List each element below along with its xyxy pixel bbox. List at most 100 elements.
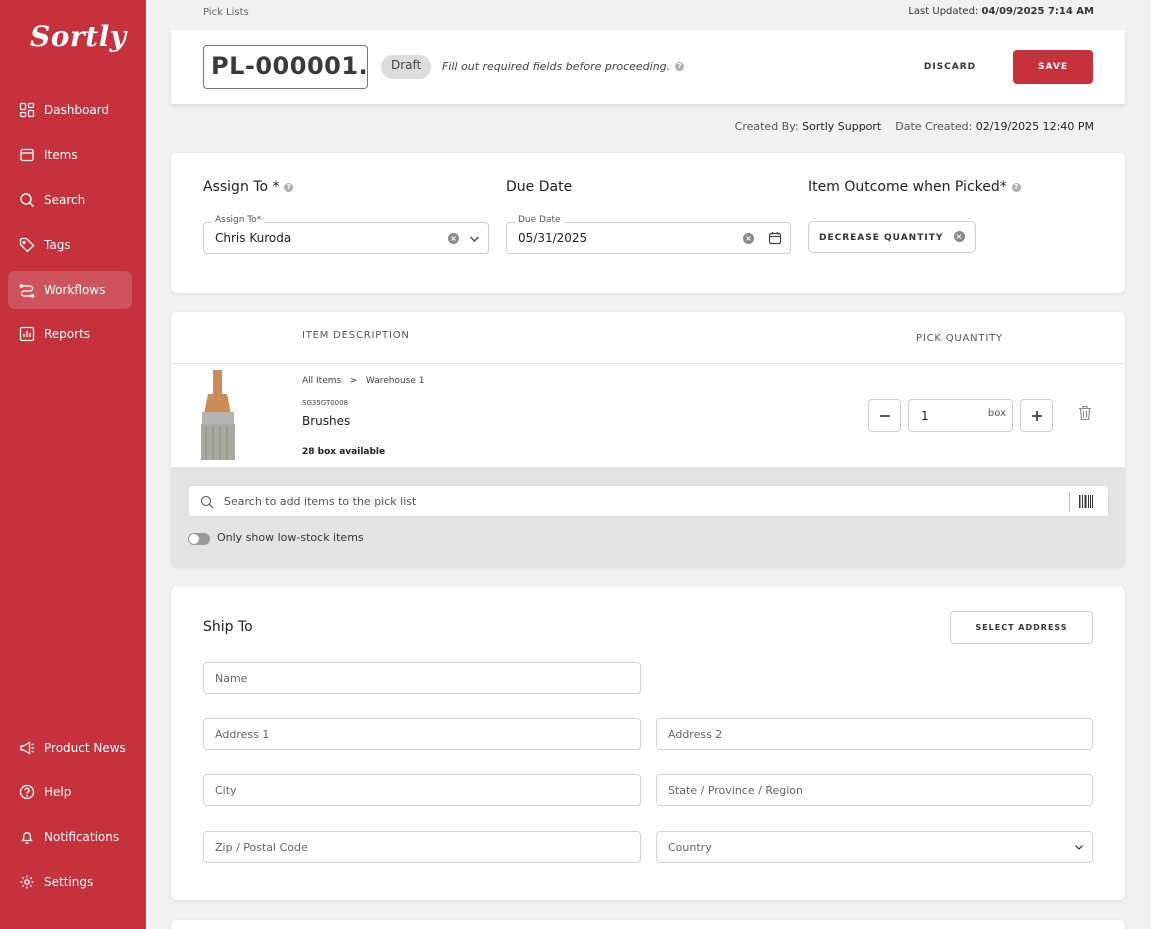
item-breadcrumb-root[interactable]: All Items — [302, 376, 341, 386]
clear-icon[interactable]: × — [448, 233, 459, 244]
divider — [1069, 492, 1070, 512]
bell-icon — [21, 832, 33, 845]
item-availability: 28 box available — [302, 447, 386, 457]
gear-icon — [20, 875, 34, 889]
created-meta: Created By: Sortly Support Date Created:… — [735, 120, 1094, 133]
date-created-label: Date Created: — [895, 120, 973, 133]
item-thumbnail[interactable] — [196, 370, 240, 462]
due-date-value: 05/31/2025 — [518, 231, 588, 245]
items-card: ITEM DESCRIPTION PICK QUANTITY All Items… — [171, 312, 1125, 567]
sidebar: Sortly Dashboard Items Search Tags Workf… — [0, 0, 146, 929]
search-placeholder: Search to add items to the pick list — [224, 495, 417, 508]
sidebar-item-label: Reports — [44, 327, 91, 341]
calendar-icon[interactable] — [768, 231, 782, 245]
sidebar-item-notifications[interactable]: Notifications — [8, 818, 132, 856]
tag-icon — [19, 237, 35, 253]
trash-icon[interactable] — [1078, 405, 1092, 421]
info-icon[interactable]: ? — [284, 182, 294, 192]
item-sku: SG35GT0008 — [302, 399, 349, 407]
assign-card: Assign To * ? Due Date Item Outcome when… — [171, 153, 1125, 293]
sidebar-item-label: Product News — [44, 741, 126, 755]
sidebar-item-tags[interactable]: Tags — [8, 226, 132, 264]
sidebar-item-label: Items — [44, 148, 78, 162]
item-outcome-heading: Item Outcome when Picked* — [808, 179, 1007, 195]
required-hint: Fill out required fields before proceedi… — [442, 60, 685, 73]
sidebar-item-reports[interactable]: Reports — [8, 315, 132, 353]
column-header-description: ITEM DESCRIPTION — [302, 330, 410, 341]
quantity-input[interactable]: 1 box — [908, 399, 1013, 432]
chevron-down-icon — [1075, 845, 1083, 850]
select-address-button[interactable]: SELECT ADDRESS — [950, 611, 1093, 644]
help-icon — [19, 784, 35, 800]
minus-icon — [879, 415, 890, 417]
assign-to-title: Assign To * ? — [203, 179, 294, 195]
sortly-logo[interactable]: Sortly — [30, 20, 127, 53]
address2-field[interactable]: Address 2 — [656, 718, 1093, 750]
city-placeholder: City — [215, 784, 237, 797]
sidebar-item-help[interactable]: Help — [8, 773, 132, 811]
city-field[interactable]: City — [203, 774, 641, 806]
state-field[interactable]: State / Province / Region — [656, 774, 1093, 806]
created-by-value: Sortly Support — [802, 120, 882, 133]
sidebar-item-label: Tags — [44, 238, 71, 252]
item-name[interactable]: Brushes — [302, 414, 350, 428]
address1-field[interactable]: Address 1 — [203, 718, 641, 750]
state-placeholder: State / Province / Region — [668, 784, 803, 797]
breadcrumb[interactable]: Pick Lists — [203, 7, 249, 18]
due-date-field[interactable]: Due Date 05/31/2025 × — [506, 215, 791, 254]
clear-icon[interactable]: × — [954, 231, 965, 242]
sidebar-item-workflows[interactable]: Workflows — [8, 271, 132, 309]
low-stock-toggle[interactable] — [188, 533, 210, 545]
search-icon — [200, 495, 214, 509]
country-placeholder: Country — [668, 841, 712, 854]
sidebar-item-search[interactable]: Search — [8, 181, 132, 219]
assign-to-heading: Assign To * — [203, 179, 280, 195]
info-icon[interactable]: ? — [1011, 182, 1021, 192]
due-date-title: Due Date — [506, 179, 572, 195]
assign-to-label: Assign To* — [212, 215, 265, 225]
info-icon[interactable]: ? — [675, 62, 685, 71]
pick-list-id-field[interactable]: PL-000001. — [203, 45, 368, 89]
megaphone-icon — [20, 741, 34, 755]
item-breadcrumb[interactable]: All Items > Warehouse 1 — [302, 376, 425, 386]
sidebar-item-label: Help — [44, 785, 72, 799]
sidebar-item-label: Notifications — [44, 830, 120, 844]
hint-text: Fill out required fields before proceedi… — [442, 60, 671, 73]
quantity-unit: box — [987, 408, 1006, 419]
clear-icon[interactable]: × — [743, 233, 754, 244]
sidebar-item-dashboard[interactable]: Dashboard — [8, 91, 132, 129]
sidebar-item-items[interactable]: Items — [8, 136, 132, 174]
sidebar-item-label: Settings — [44, 875, 94, 889]
due-date-heading: Due Date — [506, 179, 573, 195]
item-outcome-chip[interactable]: DECREASE QUANTITY × — [808, 221, 976, 253]
discard-button[interactable]: DISCARD — [919, 56, 981, 78]
workflows-icon — [19, 284, 35, 298]
barcode-icon[interactable] — [1079, 495, 1093, 508]
sidebar-item-product-news[interactable]: Product News — [8, 729, 132, 767]
divider — [171, 363, 1125, 364]
item-breadcrumb-folder[interactable]: Warehouse 1 — [366, 376, 425, 386]
country-select[interactable]: Country — [656, 831, 1093, 863]
ship-to-title: Ship To — [203, 619, 253, 635]
sidebar-item-settings[interactable]: Settings — [8, 863, 132, 901]
item-outcome-value: DECREASE QUANTITY — [819, 233, 944, 243]
increase-quantity-button[interactable] — [1020, 399, 1053, 432]
name-field[interactable]: Name — [203, 662, 641, 694]
last-updated: Last Updated: 04/09/2025 7:14 AM — [908, 6, 1094, 17]
add-items-area: Search to add items to the pick list Onl… — [171, 467, 1125, 567]
assign-to-select[interactable]: Assign To* Chris Kuroda × — [203, 215, 489, 254]
add-item-search-input[interactable]: Search to add items to the pick list — [188, 485, 1109, 517]
ship-to-card: Ship To SELECT ADDRESS Name Address 1 Ad… — [171, 586, 1125, 900]
chevron-down-icon[interactable] — [469, 234, 480, 244]
sidebar-item-label: Dashboard — [44, 103, 110, 117]
dashboard-icon — [19, 102, 35, 118]
created-by-label: Created By: — [734, 120, 799, 133]
save-button[interactable]: SAVE — [1013, 50, 1093, 84]
items-icon — [20, 148, 34, 162]
zip-field[interactable]: Zip / Postal Code — [203, 831, 641, 863]
zip-placeholder: Zip / Postal Code — [215, 841, 308, 854]
quantity-value: 1 — [921, 409, 929, 423]
search-icon — [20, 193, 34, 207]
date-created-value: 02/19/2025 12:40 PM — [975, 120, 1094, 133]
decrease-quantity-button[interactable] — [868, 399, 901, 432]
